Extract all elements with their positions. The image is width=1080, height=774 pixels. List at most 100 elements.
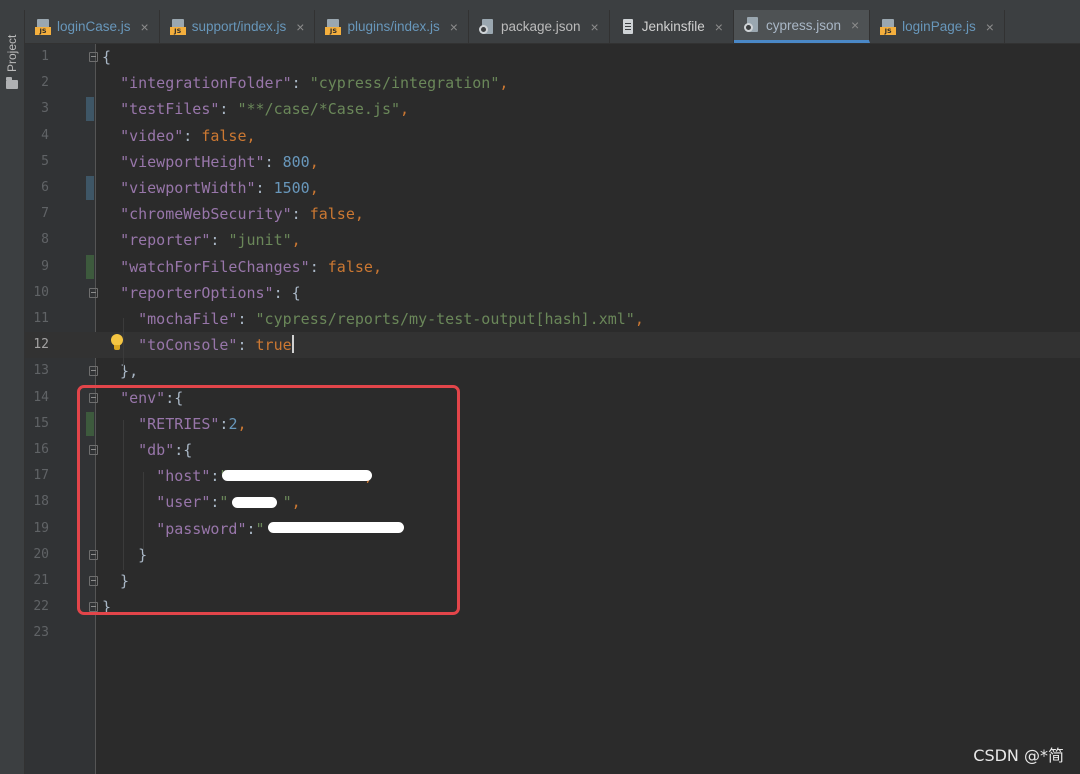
fold-toggle-icon[interactable] [89, 287, 98, 298]
code-token: : [219, 100, 238, 119]
line-number: 9 [41, 258, 49, 274]
tab-jenkinsfile[interactable]: Jenkinsfile × [610, 10, 734, 43]
code-token: "testFiles" [120, 100, 220, 119]
code-text: "video": false, [102, 123, 256, 149]
close-tab-icon[interactable]: × [591, 19, 599, 35]
line-number: 1 [41, 49, 49, 64]
close-tab-icon[interactable]: × [851, 17, 859, 33]
tab-loginpage-js[interactable]: JS loginPage.js × [870, 10, 1005, 43]
close-tab-icon[interactable]: × [296, 19, 304, 35]
code-token: "reporter" [120, 231, 211, 250]
indent-guide [123, 318, 124, 368]
line-number: 7 [41, 206, 49, 222]
code-token: : [210, 231, 229, 250]
code-token: : [237, 310, 256, 328]
line-number: 3 [41, 101, 49, 117]
tool-window-bar: Project [0, 10, 25, 774]
close-tab-icon[interactable]: × [141, 19, 149, 35]
code-token: true [255, 336, 292, 355]
json-file-icon [743, 17, 760, 33]
indent-guide [143, 472, 144, 552]
tab-label: Jenkinsfile [641, 19, 705, 34]
line-number: 11 [33, 311, 49, 326]
code-line[interactable]: 13 }, [25, 358, 1080, 384]
tab-label: package.json [500, 19, 581, 34]
code-line[interactable]: 2 "integrationFolder": "cypress/integrat… [25, 70, 1080, 96]
fold-toggle-icon[interactable] [89, 52, 98, 62]
close-tab-icon[interactable]: × [715, 19, 723, 35]
code-token: : [291, 74, 310, 93]
code-line[interactable]: 9 "watchForFileChanges": false, [25, 254, 1080, 280]
code-text: "integrationFolder": "cypress/integratio… [102, 70, 508, 96]
line-number: 18 [33, 494, 49, 510]
code-token: "cypress/reports/my-test-output[hash].xm… [255, 310, 635, 328]
change-marker[interactable] [86, 97, 94, 122]
close-tab-icon[interactable]: × [986, 19, 994, 35]
tab-label: loginPage.js [902, 19, 976, 34]
code-token: , [499, 74, 509, 93]
text-caret [291, 335, 294, 354]
highlight-annotation-box [77, 385, 460, 615]
tab-logincase-js[interactable]: JS loginCase.js × [25, 10, 160, 43]
code-text: { [102, 44, 111, 70]
code-token: "viewportWidth" [120, 179, 256, 197]
code-token: , [634, 310, 644, 328]
js-file-icon: JS [880, 18, 897, 35]
project-tool-window-button[interactable]: Project [0, 24, 24, 94]
code-line[interactable]: 23 [25, 620, 1080, 646]
code-token: "chromeWebSecurity" [120, 205, 292, 224]
code-line[interactable]: 11 "mochaFile": "cypress/reports/my-test… [25, 306, 1080, 332]
code-line[interactable]: 8 "reporter": "junit", [25, 227, 1080, 253]
tab-cypress-json[interactable]: cypress.json × [733, 10, 871, 43]
js-file-icon: JS [169, 18, 186, 35]
code-token: : [255, 179, 274, 197]
code-line[interactable]: 5 "viewportHeight": 800, [25, 149, 1080, 175]
tab-label: cypress.json [765, 17, 841, 33]
change-marker[interactable] [86, 176, 94, 200]
code-line[interactable]: 3 "testFiles": "**/case/*Case.js", [25, 96, 1080, 122]
line-number: 19 [33, 520, 49, 536]
code-token: , [246, 126, 256, 145]
line-number: 13 [33, 363, 49, 379]
close-tab-icon[interactable]: × [450, 19, 458, 35]
tab-support-index-js[interactable]: JS support/index.js × [160, 10, 316, 43]
code-token: "reporterOptions" [120, 283, 274, 302]
js-file-icon: JS [35, 18, 51, 35]
code-line[interactable]: 4 "video": false, [25, 123, 1080, 149]
code-text: "testFiles": "**/case/*Case.js", [102, 96, 409, 122]
line-number: 17 [33, 468, 49, 484]
editor-tab-bar: JS loginCase.js × JS support/index.js × JS plug… [25, 10, 1080, 44]
code-token: "watchForFileChanges" [120, 257, 310, 276]
fold-toggle-icon[interactable] [89, 366, 98, 377]
line-number: 20 [33, 546, 49, 562]
code-token: : [291, 205, 310, 224]
code-token: "mochaFile" [138, 310, 238, 328]
code-token: : { [273, 283, 301, 302]
code-text: "reporterOptions": { [102, 280, 301, 306]
code-token: , [354, 205, 364, 224]
code-token: , [291, 231, 301, 250]
code-token: , [400, 100, 410, 119]
json-file-icon [478, 18, 495, 35]
code-text: }, [102, 358, 138, 384]
code-line[interactable]: 12 "toConsole": true [25, 332, 1080, 359]
tab-label: plugins/index.js [347, 19, 440, 34]
code-text: "viewportWidth": 1500, [102, 175, 319, 201]
code-token: "viewportHeight" [120, 152, 265, 171]
code-line[interactable]: 10 "reporterOptions": { [25, 280, 1080, 306]
code-line[interactable]: 7 "chromeWebSecurity": false, [25, 201, 1080, 227]
tab-plugins-index-js[interactable]: JS plugins/index.js × [315, 10, 469, 43]
tab-package-json[interactable]: package.json × [469, 10, 610, 43]
change-marker[interactable] [86, 254, 94, 279]
line-number: 10 [33, 284, 49, 300]
code-line[interactable]: 6 "viewportWidth": 1500, [25, 175, 1080, 201]
line-number: 4 [41, 127, 49, 143]
intention-bulb-icon[interactable] [110, 334, 124, 352]
code-line[interactable]: 1{ [25, 44, 1080, 70]
